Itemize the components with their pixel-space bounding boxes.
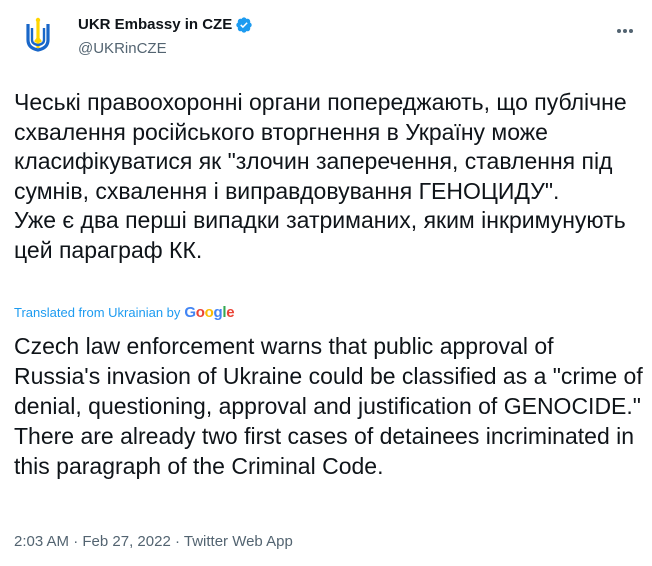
ukraine-trident-logo-icon	[14, 12, 62, 60]
source-app-link[interactable]: Twitter Web App	[184, 533, 293, 550]
more-dots-icon[interactable]	[612, 18, 638, 44]
tweet-date[interactable]: Feb 27, 2022	[82, 533, 170, 550]
verified-badge-icon	[235, 16, 253, 34]
author-name-row: UKR Embassy in CZE	[78, 15, 253, 35]
separator: ·	[170, 533, 184, 550]
tweet-metadata: 2:03 AM · Feb 27, 2022 · Twitter Web App	[14, 532, 293, 552]
translation-attribution[interactable]: Translated from Ukrainian by Google	[14, 304, 235, 321]
translated-from-label[interactable]: Translated from Ukrainian by	[14, 305, 180, 320]
author-handle[interactable]: @UKRinCZE	[78, 39, 253, 59]
tweet-text: Чеські правоохоронні органи попереджають…	[14, 89, 627, 263]
author-info: UKR Embassy in CZE @UKRinCZE	[78, 15, 253, 59]
separator: ·	[69, 533, 83, 550]
translated-tweet-text: Czech law enforcement warns that public …	[14, 333, 643, 479]
google-logo: Google	[184, 304, 235, 321]
author-display-name[interactable]: UKR Embassy in CZE	[78, 15, 232, 35]
tweet-card: UKR Embassy in CZE @UKRinCZE Чеські прав…	[0, 0, 652, 566]
tweet-time[interactable]: 2:03 AM	[14, 533, 69, 550]
avatar[interactable]	[14, 12, 62, 60]
